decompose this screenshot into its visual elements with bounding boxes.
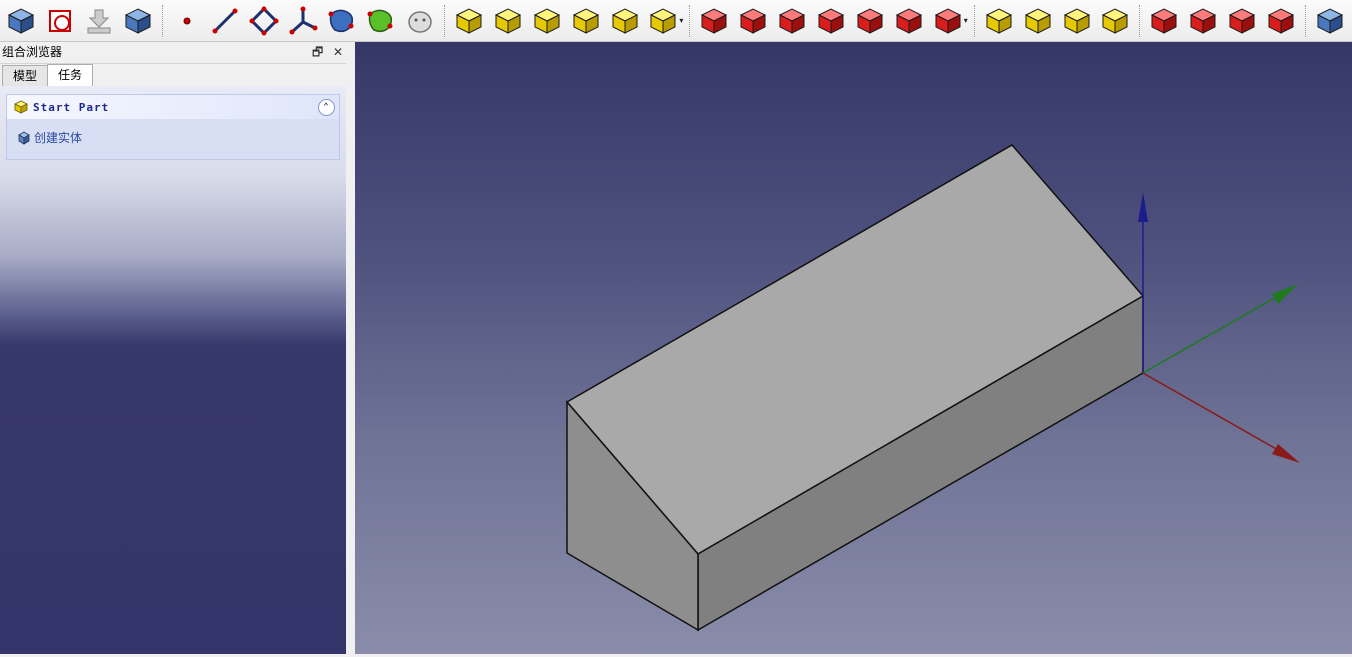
- toolbar-separator: [689, 4, 691, 37]
- shape-binder-icon[interactable]: [325, 4, 359, 38]
- task-panel: Start Part ⌃ 创建实体: [0, 86, 346, 654]
- chamfer-icon[interactable]: [1186, 4, 1220, 38]
- panel-splitter[interactable]: [346, 42, 355, 654]
- subtractive-helix-icon[interactable]: [892, 4, 926, 38]
- x-axis: [1142, 372, 1286, 455]
- datum-line-icon[interactable]: [209, 4, 243, 38]
- collapse-button[interactable]: ⌃: [318, 99, 335, 116]
- z-axis-arrow-icon: [1138, 192, 1148, 222]
- subtractive-primitive-icon[interactable]: [931, 4, 965, 38]
- y-axis-arrow-icon: [1272, 284, 1298, 304]
- float-panel-button[interactable]: 🗗: [312, 42, 323, 63]
- tab-tasks[interactable]: 任务: [47, 64, 94, 86]
- taskbox-title: Start Part: [33, 100, 110, 114]
- revolution-icon[interactable]: [491, 4, 525, 38]
- main-toolbar: ▾ ▾: [0, 0, 1352, 42]
- subtractive-loft-icon[interactable]: [814, 4, 848, 38]
- additive-primitive-icon[interactable]: [647, 4, 681, 38]
- start-part-taskbox: Start Part ⌃ 创建实体: [6, 94, 340, 160]
- combo-view-tabs: 模型 任务: [0, 64, 349, 87]
- subtractive-pipe-icon[interactable]: [853, 4, 887, 38]
- polar-pattern-icon[interactable]: [1060, 4, 1094, 38]
- combo-view-title-bar: 组合浏览器 🗗 ✕: [0, 42, 349, 64]
- create-body-action[interactable]: 创建实体: [7, 119, 339, 146]
- multi-transform-icon[interactable]: [1099, 4, 1133, 38]
- boolean-icon[interactable]: [1313, 4, 1347, 38]
- additive-pipe-icon[interactable]: [569, 4, 603, 38]
- close-panel-button[interactable]: ✕: [333, 42, 343, 63]
- hole-icon[interactable]: [736, 4, 770, 38]
- datum-plane-icon[interactable]: [247, 4, 281, 38]
- 3d-view[interactable]: [355, 42, 1352, 654]
- view-sketch-icon[interactable]: [121, 4, 155, 38]
- groove-icon[interactable]: [775, 4, 809, 38]
- toolbar-separator: [1139, 4, 1141, 37]
- mirrored-icon[interactable]: [982, 4, 1016, 38]
- toolbar-separator: [1305, 4, 1307, 37]
- fillet-icon[interactable]: [1147, 4, 1181, 38]
- linear-pattern-icon[interactable]: [1021, 4, 1055, 38]
- additive-loft-icon[interactable]: [530, 4, 564, 38]
- pocket-icon[interactable]: [697, 4, 731, 38]
- 3d-scene: [565, 144, 1300, 632]
- body-icon: [17, 131, 31, 145]
- y-axis: [1142, 291, 1286, 374]
- toolbar-separator: [973, 4, 976, 37]
- taskbox-header[interactable]: Start Part ⌃: [7, 95, 339, 119]
- dropdown-arrow-icon[interactable]: ▾: [964, 16, 968, 25]
- combo-view-panel: 组合浏览器 🗗 ✕ 模型 任务 Start Part ⌃ 创建实体: [0, 42, 349, 654]
- toolbar-separator: [161, 4, 164, 37]
- tab-model[interactable]: 模型: [2, 65, 49, 86]
- datum-point-icon[interactable]: [170, 4, 204, 38]
- subshape-binder-icon[interactable]: [364, 4, 398, 38]
- clone-icon[interactable]: [403, 4, 437, 38]
- draft-icon[interactable]: [1225, 4, 1259, 38]
- part-cube-icon: [13, 100, 29, 114]
- create-body-label: 创建实体: [34, 131, 83, 145]
- additive-helix-icon[interactable]: [608, 4, 642, 38]
- local-coordinate-system-icon[interactable]: [286, 4, 320, 38]
- combo-view-title: 组合浏览器: [2, 45, 63, 59]
- dropdown-arrow-icon[interactable]: ▾: [679, 16, 683, 25]
- create-sketch-icon[interactable]: [43, 4, 77, 38]
- part-body-icon[interactable]: [4, 4, 38, 38]
- toolbar-separator: [443, 4, 446, 37]
- x-axis-arrow-icon: [1272, 444, 1300, 463]
- thickness-icon[interactable]: [1264, 4, 1298, 38]
- leave-sketch-icon[interactable]: [82, 4, 116, 38]
- pad-icon[interactable]: [452, 4, 486, 38]
